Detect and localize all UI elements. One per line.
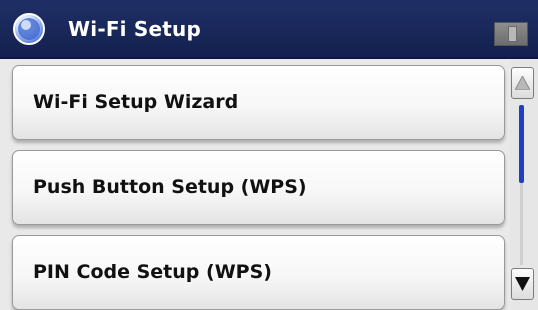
menu-item-label: Push Button Setup (WPS): [33, 176, 307, 198]
menu-item-wifi-setup-wizard[interactable]: Wi-Fi Setup Wizard: [12, 65, 505, 140]
scroll-down-button[interactable]: [511, 268, 534, 300]
status-indicator: [494, 22, 528, 46]
menu-item-label: Wi-Fi Setup Wizard: [33, 91, 239, 113]
menu-item-push-button-setup[interactable]: Push Button Setup (WPS): [12, 150, 505, 225]
menu-item-label: PIN Code Setup (WPS): [33, 261, 272, 283]
scrollbar-thumb[interactable]: [519, 105, 524, 183]
down-arrow-icon: [515, 277, 530, 291]
menu-item-pin-code-setup[interactable]: PIN Code Setup (WPS): [12, 235, 505, 310]
up-arrow-icon: [515, 76, 530, 90]
wifi-setup-screen: Wi-Fi Setup Wi-Fi Setup Wizard Push Butt…: [0, 0, 538, 310]
page-title: Wi-Fi Setup: [68, 17, 201, 41]
scrollbar-rail: [520, 183, 523, 265]
status-indicator-inner: [508, 26, 517, 42]
globe-icon: [12, 12, 46, 46]
scroll-up-button[interactable]: [511, 67, 534, 99]
title-bar: Wi-Fi Setup: [0, 0, 538, 59]
menu-list-area: Wi-Fi Setup Wizard Push Button Setup (WP…: [0, 59, 538, 310]
